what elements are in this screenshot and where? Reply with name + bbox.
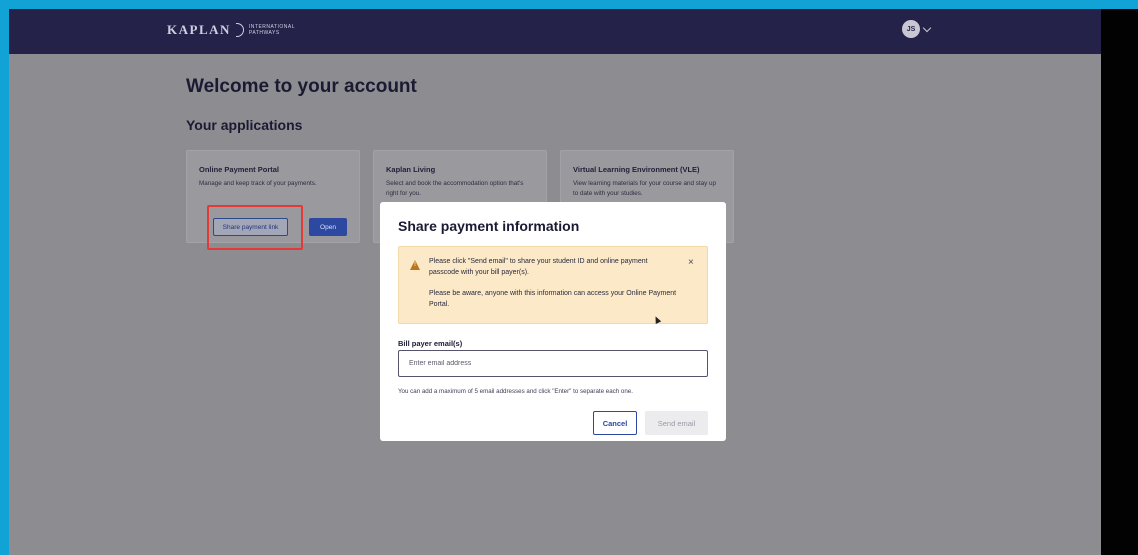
app-screen: KAPLAN INTERNATIONAL PATHWAYS JS Welcome… bbox=[9, 9, 1101, 555]
warning-alert: ! Please click "Send email" to share you… bbox=[398, 246, 708, 324]
email-field[interactable] bbox=[398, 350, 708, 377]
card-description: Manage and keep track of your payments. bbox=[199, 180, 317, 187]
top-header: KAPLAN INTERNATIONAL PATHWAYS JS bbox=[9, 9, 1101, 54]
chevron-down-icon[interactable] bbox=[922, 23, 932, 32]
logo-sub-line2: PATHWAYS bbox=[248, 30, 280, 36]
open-button[interactable]: Open bbox=[309, 218, 347, 236]
section-title: Your applications bbox=[186, 117, 303, 133]
dialog-title: Share payment information bbox=[398, 218, 580, 234]
email-helper-text: You can add a maximum of 5 email address… bbox=[398, 388, 633, 395]
card-title: Kaplan Living bbox=[386, 165, 436, 174]
cancel-button[interactable]: Cancel bbox=[593, 411, 637, 435]
card-title: Virtual Learning Environment (VLE) bbox=[573, 165, 700, 174]
close-icon[interactable]: × bbox=[688, 257, 694, 268]
alert-note: Please be aware, anyone with this inform… bbox=[429, 290, 677, 308]
warning-mark: ! bbox=[414, 262, 416, 268]
send-email-button[interactable]: Send email bbox=[645, 411, 708, 435]
logo-word: KAPLAN bbox=[167, 22, 231, 37]
logo-subtitle: INTERNATIONAL PATHWAYS bbox=[249, 24, 295, 36]
share-payment-dialog: Share payment information ! Please click… bbox=[380, 202, 726, 441]
email-field-label: Bill payer email(s) bbox=[398, 339, 463, 348]
account-menu[interactable]: JS bbox=[902, 20, 932, 38]
alert-message: Please click "Send email" to share your … bbox=[429, 258, 648, 276]
logo-bracket-icon bbox=[235, 23, 244, 37]
card-description: View learning materials for your course … bbox=[573, 180, 717, 197]
avatar[interactable]: JS bbox=[902, 20, 920, 38]
black-side-panel bbox=[1101, 9, 1138, 555]
card-title: Online Payment Portal bbox=[199, 165, 280, 174]
highlight-box bbox=[207, 205, 303, 250]
kaplan-logo[interactable]: KAPLAN INTERNATIONAL PATHWAYS bbox=[167, 22, 295, 38]
mouse-cursor-icon bbox=[652, 315, 662, 324]
card-description: Select and book the accommodation option… bbox=[386, 180, 524, 197]
page-title: Welcome to your account bbox=[186, 76, 417, 97]
